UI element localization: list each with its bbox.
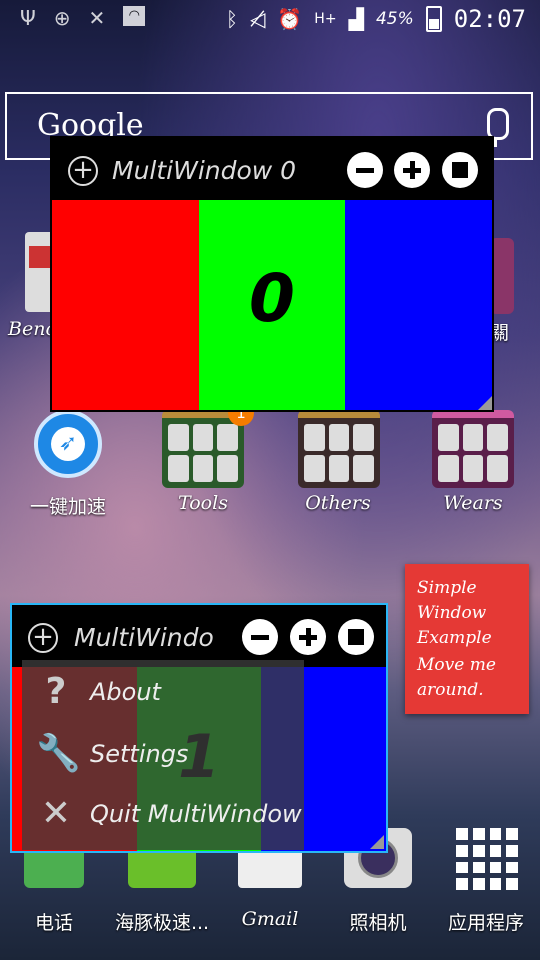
window-content: 0 (52, 200, 493, 410)
close-window-button[interactable] (442, 152, 478, 188)
resize-handle[interactable] (478, 396, 492, 410)
resize-handle[interactable] (370, 835, 384, 849)
window-title-bar[interactable]: + MultiWindo (12, 605, 386, 663)
app-label-tools: Tools (178, 492, 228, 514)
window-title: MultiWindow 0 (112, 156, 297, 185)
folder-others[interactable] (298, 410, 380, 488)
status-bar: Ψ ⊕ ✕ ◠ ᛒ ◁̸ ⏰ H+ ▟ 45% 02:07 (0, 0, 540, 38)
battery-percent: 45% (375, 9, 414, 29)
wifi-icon: ◠ (123, 6, 146, 26)
app-label-others: Others (305, 492, 371, 514)
maximize-button[interactable] (290, 619, 326, 655)
window-title-bar[interactable]: + MultiWindow 0 (50, 136, 494, 194)
widget-title-line: Simple (417, 578, 477, 598)
clock: 02:07 (453, 5, 526, 33)
dock-label-phone: 电话 (34, 912, 73, 934)
app-drawer-icon[interactable] (456, 828, 518, 890)
rocket-icon: ➶ (51, 427, 85, 461)
green-panel: 0 (198, 200, 346, 410)
app-label-right-partial: 關 (490, 322, 510, 344)
usb-icon: Ψ (20, 6, 36, 30)
bluetooth-icon: ᛒ (226, 7, 238, 31)
app-label-wears: Wears (443, 492, 503, 514)
window-options-menu: ? About 🔧 Settings ✕ Quit MultiWindow (22, 660, 304, 850)
question-icon: ? (45, 671, 67, 712)
multiwindow-0[interactable]: + MultiWindow 0 0 (50, 136, 494, 412)
widget-title-line: Window (417, 603, 487, 623)
menu-label: About (90, 678, 161, 706)
dock-label-dolphin: 海豚极速... (114, 912, 210, 934)
network-icon: H+ (314, 11, 337, 27)
dock-label-camera: 照相机 (349, 912, 407, 934)
menu-label: Settings (90, 740, 189, 768)
app-icon-speed-boost[interactable]: ➶ (34, 410, 102, 478)
widget-body-line: around. (417, 680, 484, 700)
menu-item-quit[interactable]: ✕ Quit MultiWindow (22, 786, 304, 846)
add-circle-icon[interactable]: + (68, 156, 98, 186)
widget-body-line: Move me (417, 655, 496, 675)
dock-label-apps: 应用程序 (447, 912, 524, 934)
signal-icon: ▟ (348, 7, 364, 31)
folder-wears[interactable] (432, 410, 514, 488)
close-icon: ✕ (40, 793, 72, 834)
simple-window-example-widget[interactable]: Simple Window Example Move me around. (405, 564, 529, 714)
wrench-icon: 🔧 (36, 733, 81, 774)
alarm-icon: ⏰ (277, 7, 303, 31)
app-label-speed-boost: 一键加速 (29, 496, 106, 518)
blue-panel (345, 200, 493, 410)
menu-item-settings[interactable]: 🔧 Settings (22, 726, 304, 786)
add-circle-icon: ⊕ (53, 6, 71, 30)
minimize-button[interactable] (242, 619, 278, 655)
menu-item-about[interactable]: ? About (22, 664, 304, 724)
window-number: 0 (249, 260, 295, 337)
menu-label: Quit MultiWindow (90, 800, 302, 828)
minimize-button[interactable] (347, 152, 383, 188)
close-icon: ✕ (88, 6, 106, 30)
add-circle-icon[interactable]: + (28, 623, 58, 653)
widget-title-line: Example (417, 628, 492, 648)
close-window-button[interactable] (338, 619, 374, 655)
red-panel (52, 200, 199, 410)
battery-icon (425, 6, 442, 32)
mute-icon: ◁̸ (250, 7, 266, 31)
maximize-button[interactable] (394, 152, 430, 188)
dock-label-gmail: Gmail (241, 908, 299, 930)
window-title: MultiWindo (74, 623, 214, 652)
